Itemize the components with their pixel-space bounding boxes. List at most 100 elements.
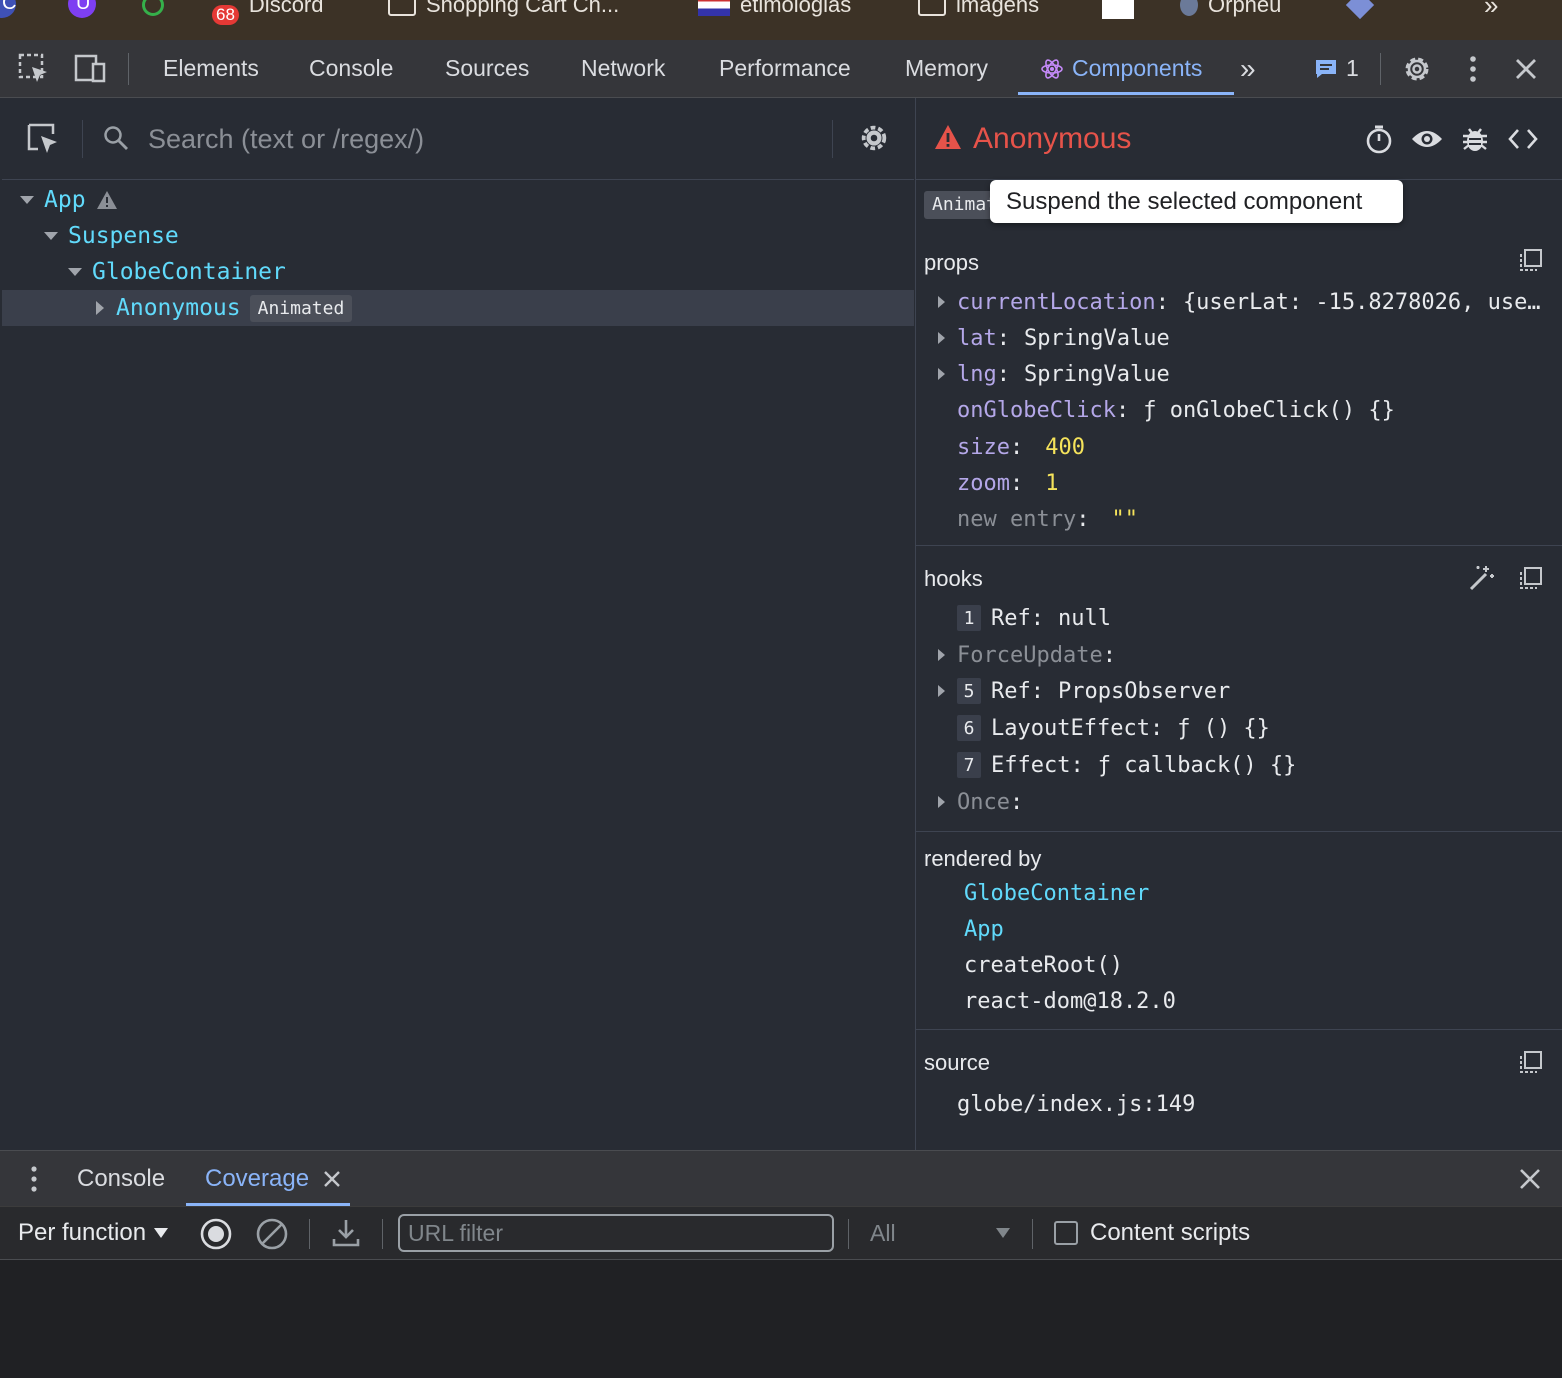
owner-link-app[interactable]: App <box>964 912 1004 946</box>
coverage-type-filter-select[interactable]: All <box>870 1207 1010 1259</box>
content-scripts-checkbox[interactable] <box>1054 1221 1078 1245</box>
hook-index: 5 <box>957 678 981 704</box>
drawer-tab-coverage[interactable]: Coverage <box>205 1151 309 1207</box>
suspend-tooltip: Suspend the selected component <box>990 180 1403 223</box>
expand-caret-icon[interactable] <box>938 368 945 380</box>
export-download-icon[interactable] <box>330 1217 362 1249</box>
tab-memory[interactable]: Memory <box>905 40 988 97</box>
bookmark-label: etimologias <box>740 0 852 17</box>
dropdown-arrow-icon <box>996 1228 1010 1238</box>
select-component-icon[interactable] <box>26 122 60 156</box>
prop-new-entry[interactable]: new entry: "" <box>957 502 1138 536</box>
hoc-badge: Animated <box>249 294 353 322</box>
hook-row[interactable]: Once: <box>938 785 1037 819</box>
expand-caret-icon[interactable] <box>938 796 945 808</box>
source-location[interactable]: globe/index.js:149 <box>957 1087 1195 1121</box>
hook-row[interactable]: 7 Effect: ƒ callback() {} <box>957 748 1296 782</box>
copy-hooks-icon[interactable] <box>1519 566 1543 590</box>
bookmark-u-icon[interactable]: U <box>68 0 96 18</box>
tab-elements[interactable]: Elements <box>163 40 259 97</box>
copy-props-icon[interactable] <box>1519 248 1543 272</box>
inspect-element-icon[interactable] <box>17 52 51 86</box>
collapse-caret-icon[interactable] <box>44 232 58 240</box>
bookmark-image-thumb[interactable] <box>1102 0 1134 20</box>
tree-node-suspense[interactable]: Suspense <box>2 218 914 254</box>
prop-lng[interactable]: lng: SpringValue <box>938 357 1170 391</box>
owner-create-root: createRoot() <box>964 948 1123 982</box>
tab-network[interactable]: Network <box>581 40 665 97</box>
suspend-timer-icon[interactable] <box>1364 124 1394 154</box>
expand-caret-icon[interactable] <box>938 332 945 344</box>
source-title: source <box>924 1050 991 1075</box>
coverage-results-area <box>0 1260 1562 1378</box>
error-warning-icon <box>935 125 961 149</box>
prop-value[interactable]: 1 <box>1045 471 1058 496</box>
close-coverage-tab-icon[interactable] <box>322 1169 342 1189</box>
prop-value[interactable]: 400 <box>1045 435 1085 460</box>
hook-row[interactable]: 1 Ref: null <box>957 601 1111 635</box>
tree-node-anonymous[interactable]: Anonymous Animated <box>2 290 914 326</box>
bookmark-rocket[interactable] <box>1345 0 1375 20</box>
collapse-caret-icon[interactable] <box>20 196 34 204</box>
coverage-mode-select[interactable]: Per function <box>18 1207 169 1259</box>
expand-caret-icon[interactable] <box>96 301 104 315</box>
hooks-title: hooks <box>924 566 983 591</box>
more-tabs-icon[interactable]: » <box>1240 40 1256 97</box>
tree-node-label: App <box>44 187 86 213</box>
tab-components[interactable]: Components <box>1040 40 1202 97</box>
tree-node-globecontainer[interactable]: GlobeContainer <box>2 254 914 290</box>
new-prop-key-input[interactable]: new entry <box>957 507 1076 532</box>
content-scripts-toggle[interactable]: Content scripts <box>1054 1207 1250 1259</box>
search-input[interactable] <box>148 120 808 158</box>
close-devtools-icon[interactable] <box>1509 52 1543 86</box>
record-coverage-icon[interactable] <box>199 1217 233 1251</box>
bookmark-c-icon[interactable]: C <box>0 0 16 18</box>
bookmark-green-icon[interactable] <box>142 0 164 16</box>
expand-caret-icon[interactable] <box>938 685 945 697</box>
hook-row[interactable]: 5 Ref: PropsObserver <box>938 674 1230 708</box>
url-filter-input[interactable] <box>398 1214 834 1252</box>
settings-gear-icon[interactable] <box>1400 52 1434 86</box>
prop-size[interactable]: size: 400 <box>957 430 1085 464</box>
bookmark-shopping-cart[interactable]: Shopping Cart Ch... <box>388 0 619 20</box>
hook-row[interactable]: 6 LayoutEffect: ƒ () {} <box>957 711 1270 745</box>
log-to-console-bug-icon[interactable] <box>1460 124 1490 154</box>
new-prop-value-input[interactable]: "" <box>1111 507 1138 532</box>
devtools-toolbar: Elements Console Sources Network Perform… <box>0 40 1562 98</box>
more-options-icon[interactable] <box>1456 52 1490 86</box>
parse-hook-names-wand-icon[interactable] <box>1468 564 1496 592</box>
device-toolbar-icon[interactable] <box>73 52 107 86</box>
bookmark-etimologias[interactable]: etimologias <box>698 0 851 20</box>
prop-on-globe-click[interactable]: onGlobeClick: ƒ onGlobeClick() {} <box>957 393 1395 427</box>
collapse-caret-icon[interactable] <box>68 268 82 276</box>
bookmark-orpheu[interactable]: Orpheu <box>1180 0 1281 20</box>
view-source-code-icon[interactable] <box>1508 126 1538 152</box>
prop-lat[interactable]: lat: SpringValue <box>938 321 1170 355</box>
prop-current-location[interactable]: currentLocation: {userLat: -15.8278026, … <box>938 285 1541 319</box>
owner-link-globecontainer[interactable]: GlobeContainer <box>964 876 1149 910</box>
close-drawer-icon[interactable] <box>1516 1165 1544 1193</box>
tab-performance[interactable]: Performance <box>719 40 851 97</box>
drawer-tab-console[interactable]: Console <box>77 1151 165 1207</box>
copy-source-icon[interactable] <box>1519 1050 1543 1074</box>
tree-node-label: Anonymous <box>116 295 241 321</box>
hook-row[interactable]: ForceUpdate: <box>938 638 1130 672</box>
drawer-menu-icon[interactable] <box>22 1165 46 1193</box>
tree-settings-gear-icon[interactable] <box>858 122 890 154</box>
tab-console[interactable]: Console <box>309 40 393 97</box>
toolbar-divider <box>309 1219 310 1249</box>
tab-sources[interactable]: Sources <box>445 40 529 97</box>
bookmark-imagens[interactable]: imagens <box>918 0 1039 20</box>
prop-zoom[interactable]: zoom: 1 <box>957 466 1058 500</box>
react-atom-icon <box>1041 58 1063 79</box>
hook-name: Ref <box>991 678 1031 704</box>
clear-coverage-icon[interactable] <box>255 1217 289 1251</box>
expand-caret-icon[interactable] <box>938 296 945 308</box>
expand-caret-icon[interactable] <box>938 649 945 661</box>
bookmarks-overflow-icon[interactable]: » <box>1484 0 1498 20</box>
tree-node-app[interactable]: App <box>2 182 914 218</box>
issues-button[interactable]: 1 <box>1314 40 1359 97</box>
bookmark-discord[interactable]: 68 Discord <box>212 0 324 25</box>
bookmark-label: imagens <box>956 0 1040 17</box>
inspect-dom-eye-icon[interactable] <box>1410 126 1444 152</box>
